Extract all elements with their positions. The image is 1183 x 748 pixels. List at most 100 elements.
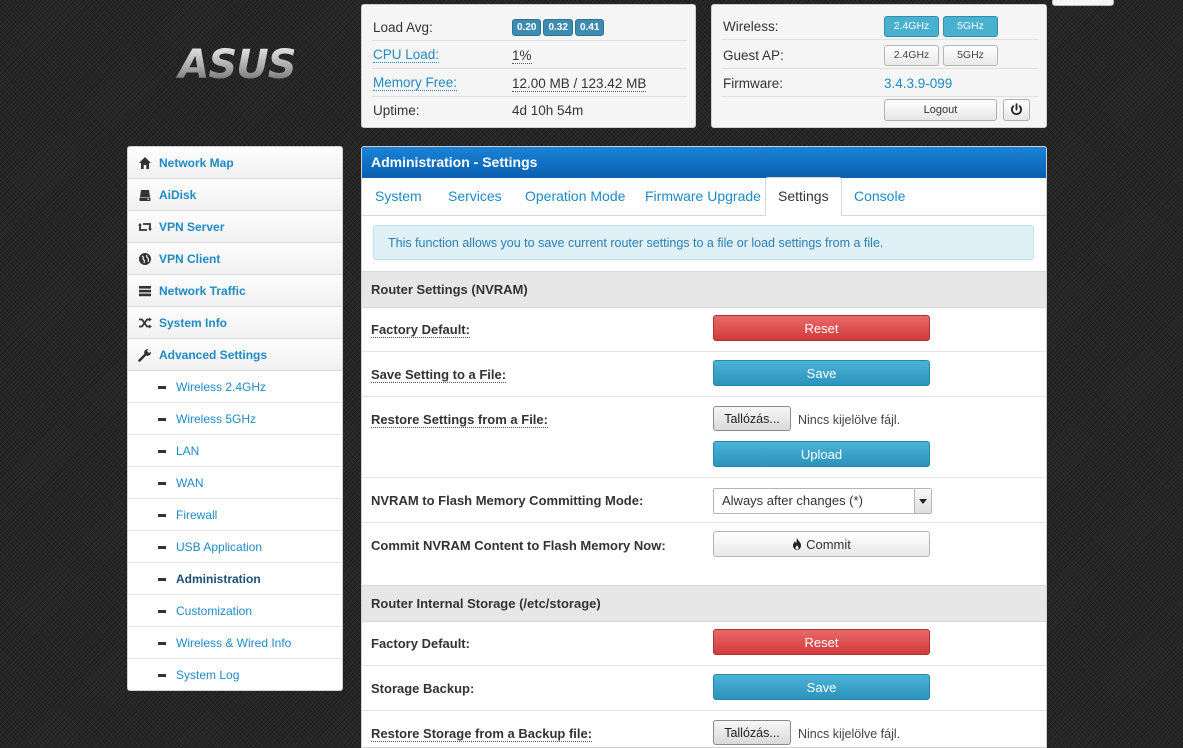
memory-free-link[interactable]: Memory Free:	[373, 76, 458, 91]
sidebar-subitem-customization[interactable]: Customization	[128, 595, 342, 627]
firmware-version: 3.4.3.9-099	[884, 76, 953, 91]
storage-factory-row: Factory Default: Reset	[362, 621, 1046, 666]
sidebar-subitem-firewall[interactable]: Firewall	[128, 499, 342, 531]
sidebar-subitem-wan[interactable]: WAN	[128, 467, 342, 499]
storage-reset-button[interactable]: Reset	[713, 629, 930, 655]
sidebar-subitem-label: System Log	[176, 668, 240, 682]
tab-console[interactable]: Console	[854, 178, 905, 215]
dash-icon	[158, 610, 166, 613]
sidebar-item-advanced-settings[interactable]: Advanced Settings	[128, 339, 342, 371]
commit-now-label: Commit NVRAM Content to Flash Memory Now…	[371, 538, 666, 553]
logout-button[interactable]: Logout	[884, 99, 997, 121]
memory-row: Memory Free: 12.00 MB / 123.42 MB	[372, 69, 687, 97]
load-avg-row: Load Avg: 0.20 0.32 0.41	[372, 13, 687, 41]
sidebar-subitem-label: Wireless 5GHz	[176, 412, 257, 426]
commit-now-row: Commit NVRAM Content to Flash Memory Now…	[362, 523, 1046, 585]
sidebar-subitem-administration[interactable]: Administration	[128, 563, 342, 595]
tab-firmware-upgrade[interactable]: Firmware Upgrade	[645, 178, 761, 215]
sidebar-item-label: VPN Client	[159, 252, 221, 266]
fire-icon	[793, 538, 802, 550]
sidebar-item-aidisk[interactable]: AiDisk	[128, 179, 342, 211]
cpu-load-link[interactable]: CPU Load:	[373, 48, 440, 63]
sidebar-subitem-system-log[interactable]: System Log	[128, 659, 342, 690]
sidebar-subitem-wireless-5ghz[interactable]: Wireless 5GHz	[128, 403, 342, 435]
dash-icon	[158, 514, 166, 517]
sidebar-item-vpn-server[interactable]: VPN Server	[128, 211, 342, 243]
tab-system[interactable]: System	[375, 178, 422, 215]
sidebar-subitem-label: Wireless & Wired Info	[176, 636, 292, 650]
system-status-panel: Load Avg: 0.20 0.32 0.41 CPU Load: 1% Memo…	[361, 4, 696, 128]
sidebar-subitem-label: WAN	[176, 476, 204, 490]
guest-5ghz-button[interactable]: 5GHz	[943, 45, 998, 66]
sidebar-subitem-lan[interactable]: LAN	[128, 435, 342, 467]
wireless-5ghz-button[interactable]: 5GHz	[943, 16, 998, 37]
load-avg-label: Load Avg:	[373, 20, 433, 35]
sidebar-item-label: Network Traffic	[159, 284, 246, 298]
section-header-nvram: Router Settings (NVRAM)	[362, 271, 1046, 308]
nvram-save-button[interactable]: Save	[713, 360, 930, 386]
load-avg-1: 0.20	[512, 19, 542, 36]
tab-settings[interactable]: Settings	[765, 177, 842, 216]
storage-backup-row: Storage Backup: Save	[362, 666, 1046, 711]
nvram-upload-button[interactable]: Upload	[713, 441, 930, 467]
storage-factory-label: Factory Default:	[371, 636, 470, 651]
guest-ap-row: Guest AP: 2.4GHz 5GHz	[722, 41, 1038, 69]
nvram-reset-button[interactable]: Reset	[713, 315, 930, 341]
tab-operation-mode[interactable]: Operation Mode	[525, 178, 625, 215]
sidebar-item-network-traffic[interactable]: Network Traffic	[128, 275, 342, 307]
logout-row: Logout	[722, 96, 1038, 123]
storage-restore-label: Restore Storage from a Backup file:	[371, 726, 593, 742]
load-avg-15: 0.41	[574, 19, 605, 36]
info-alert: This function allows you to save current…	[373, 225, 1034, 260]
reboot-button[interactable]	[1003, 99, 1030, 121]
dash-icon	[158, 450, 166, 453]
globe-icon	[139, 253, 151, 265]
nvram-save-label: Save Setting to a File:	[371, 367, 507, 383]
sidebar-item-label: System Info	[159, 316, 228, 330]
tab-bar: System Services Operation Mode Firmware …	[362, 177, 1046, 216]
sidebar-item-network-map[interactable]: Network Map	[128, 147, 342, 179]
commit-mode-select[interactable]: Always after changes (*)	[713, 488, 932, 514]
wireless-label: Wireless:	[723, 19, 779, 34]
sidebar-menu: Network Map AiDisk VPN Server VPN Client…	[127, 146, 343, 691]
nvram-factory-row: Factory Default: Reset	[362, 307, 1046, 352]
sidebar-subitem-wireless-24ghz[interactable]: Wireless 2.4GHz	[128, 371, 342, 403]
nvram-save-row: Save Setting to a File: Save	[362, 352, 1046, 397]
load-avg-5: 0.32	[543, 19, 573, 36]
uptime-label: Uptime:	[373, 103, 420, 118]
wireless-24ghz-button[interactable]: 2.4GHz	[884, 16, 939, 37]
storage-browse-button[interactable]: Tallózás...	[713, 720, 791, 745]
sidebar-item-vpn-client[interactable]: VPN Client	[128, 243, 342, 275]
guest-24ghz-button[interactable]: 2.4GHz	[884, 45, 939, 66]
sidebar-subitem-wireless-wired-info[interactable]: Wireless & Wired Info	[128, 627, 342, 659]
dash-icon	[158, 418, 166, 421]
wireless-row: Wireless: 2.4GHz 5GHz	[722, 12, 1038, 40]
wireless-status-panel: Wireless: 2.4GHz 5GHz Guest AP: 2.4GHz 5…	[711, 4, 1047, 128]
nvram-restore-label: Restore Settings from a File:	[371, 412, 548, 428]
storage-save-button[interactable]: Save	[713, 674, 930, 700]
nvram-file-status: Nincs kijelölve fájl.	[798, 413, 901, 427]
section-header-storage: Router Internal Storage (/etc/storage)	[362, 585, 1046, 622]
top-right-button-stub[interactable]	[1052, 0, 1114, 6]
sidebar-item-system-info[interactable]: System Info	[128, 307, 342, 339]
power-icon	[1011, 103, 1022, 115]
asus-logo: ASUS ASUS	[166, 40, 308, 115]
dash-icon	[158, 386, 166, 389]
sidebar-item-label: Network Map	[159, 156, 234, 170]
firmware-label: Firmware:	[723, 76, 783, 91]
sidebar-subitem-label: Firewall	[176, 508, 218, 522]
commit-button[interactable]: Commit	[713, 531, 930, 557]
sidebar-item-label: VPN Server	[159, 220, 225, 234]
cpu-load-value: 1%	[512, 48, 532, 64]
retweet-icon	[138, 223, 152, 231]
nvram-browse-button[interactable]: Tallózás...	[713, 406, 791, 431]
nvram-factory-label: Factory Default:	[371, 322, 470, 338]
sidebar-subitem-usb-application[interactable]: USB Application	[128, 531, 342, 563]
uptime-row: Uptime: 4d 10h 54m	[372, 96, 687, 123]
load-avg-values: 0.20 0.32 0.41	[512, 18, 606, 36]
dash-icon	[158, 482, 166, 485]
server-icon	[139, 286, 151, 297]
tab-services[interactable]: Services	[448, 178, 502, 215]
guest-ap-label: Guest AP:	[723, 48, 784, 63]
dash-icon	[158, 674, 166, 677]
